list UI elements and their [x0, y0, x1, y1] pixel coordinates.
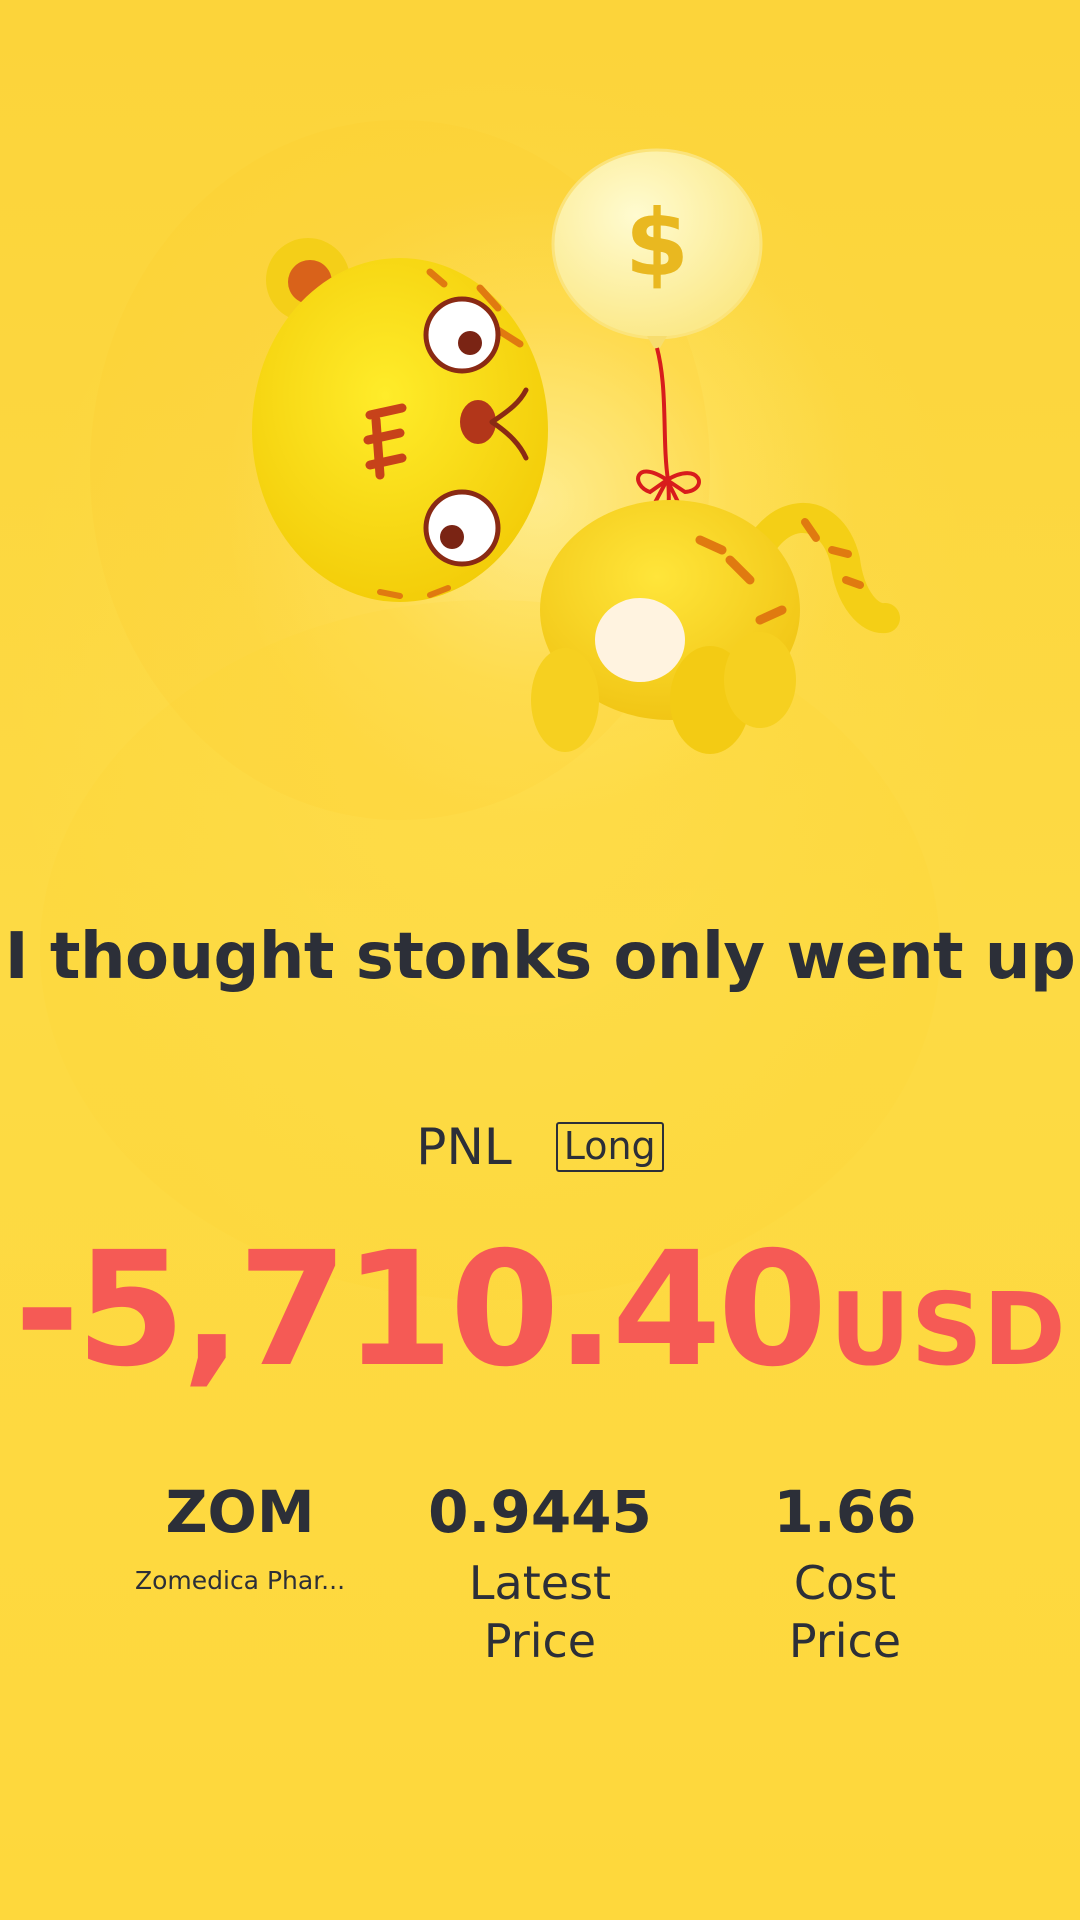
latest-price-label: Latest Price — [468, 1556, 612, 1668]
headline: I thought stonks only went up — [4, 920, 1076, 994]
position-direction-badge: Long — [555, 1122, 664, 1172]
position-stats: ZOM Zomedica Phar... 0.9445 Latest Price… — [0, 1476, 1080, 1696]
pnl-label: PNL — [416, 1118, 512, 1176]
company-name: Zomedica Phar... — [134, 1566, 346, 1595]
cost-price-value: 1.66 — [773, 1478, 917, 1546]
pnl-currency: USD — [829, 1271, 1066, 1388]
stat-latest-price: 0.9445 Latest Price — [390, 1476, 690, 1670]
tiger-leg — [724, 632, 796, 728]
tiger-eye — [423, 489, 501, 567]
stat-cost-price: 1.66 Cost Price — [695, 1476, 995, 1670]
pnl-header: PNL Long — [0, 1118, 1080, 1176]
dollar-sign-icon: $ — [625, 190, 689, 297]
latest-price-value: 0.9445 — [428, 1478, 652, 1546]
tiger-balloon-illustration: $ — [252, 148, 900, 754]
balloon-icon: $ — [551, 148, 763, 348]
pnl-share-card: $ I thought stonks only went up PNL Long… — [0, 0, 1080, 1920]
tiger-leg — [531, 648, 599, 752]
symbol-ticker: ZOM — [165, 1478, 315, 1546]
pnl-amount-value: -5,710.40 — [14, 1218, 827, 1402]
stat-symbol: ZOM Zomedica Phar... — [90, 1476, 390, 1598]
tiger-belly — [595, 598, 685, 682]
pnl-amount: -5,710.40 USD — [0, 1225, 1080, 1395]
tiger-eye — [423, 296, 501, 374]
cost-price-label: Cost Price — [788, 1556, 902, 1668]
